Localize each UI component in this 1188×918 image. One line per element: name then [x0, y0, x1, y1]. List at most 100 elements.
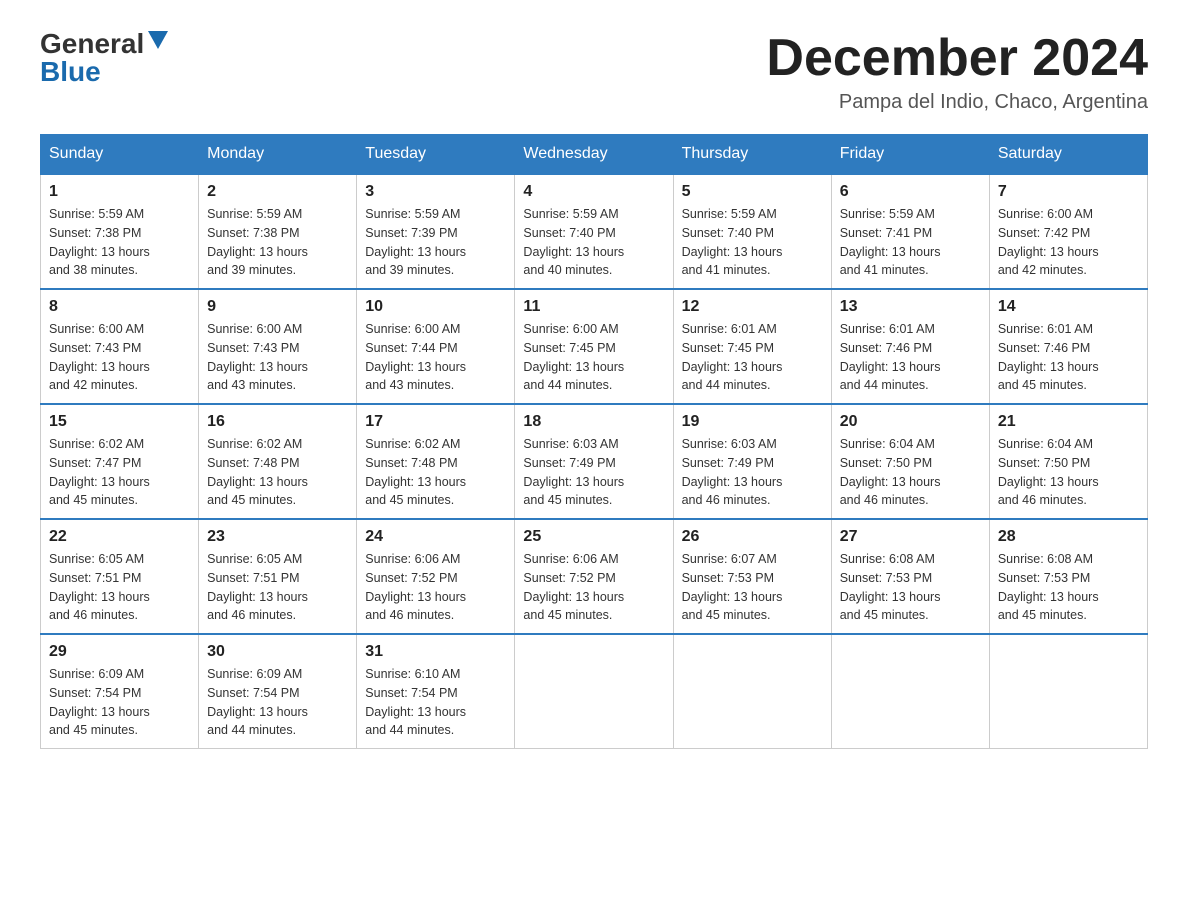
day-info: Sunrise: 6:03 AM Sunset: 7:49 PM Dayligh…: [682, 435, 823, 510]
day-info: Sunrise: 6:00 AM Sunset: 7:42 PM Dayligh…: [998, 205, 1139, 280]
day-number: 20: [840, 413, 981, 431]
calendar-week-row: 29 Sunrise: 6:09 AM Sunset: 7:54 PM Dayl…: [41, 634, 1148, 749]
day-number: 5: [682, 183, 823, 201]
calendar-cell: 7 Sunrise: 6:00 AM Sunset: 7:42 PM Dayli…: [989, 174, 1147, 289]
day-number: 27: [840, 528, 981, 546]
calendar-cell: 14 Sunrise: 6:01 AM Sunset: 7:46 PM Dayl…: [989, 289, 1147, 404]
day-number: 22: [49, 528, 190, 546]
day-info: Sunrise: 6:05 AM Sunset: 7:51 PM Dayligh…: [49, 550, 190, 625]
calendar-cell: 27 Sunrise: 6:08 AM Sunset: 7:53 PM Dayl…: [831, 519, 989, 634]
calendar-cell: 16 Sunrise: 6:02 AM Sunset: 7:48 PM Dayl…: [199, 404, 357, 519]
calendar-week-row: 1 Sunrise: 5:59 AM Sunset: 7:38 PM Dayli…: [41, 174, 1148, 289]
day-info: Sunrise: 5:59 AM Sunset: 7:38 PM Dayligh…: [207, 205, 348, 280]
calendar-cell: 20 Sunrise: 6:04 AM Sunset: 7:50 PM Dayl…: [831, 404, 989, 519]
calendar-cell: [673, 634, 831, 749]
day-number: 2: [207, 183, 348, 201]
day-number: 21: [998, 413, 1139, 431]
calendar-cell: 18 Sunrise: 6:03 AM Sunset: 7:49 PM Dayl…: [515, 404, 673, 519]
calendar-cell: 23 Sunrise: 6:05 AM Sunset: 7:51 PM Dayl…: [199, 519, 357, 634]
calendar-header-row: SundayMondayTuesdayWednesdayThursdayFrid…: [41, 135, 1148, 175]
calendar-cell: 8 Sunrise: 6:00 AM Sunset: 7:43 PM Dayli…: [41, 289, 199, 404]
calendar-cell: 5 Sunrise: 5:59 AM Sunset: 7:40 PM Dayli…: [673, 174, 831, 289]
day-info: Sunrise: 6:09 AM Sunset: 7:54 PM Dayligh…: [49, 665, 190, 740]
header-wednesday: Wednesday: [515, 135, 673, 175]
calendar-cell: 3 Sunrise: 5:59 AM Sunset: 7:39 PM Dayli…: [357, 174, 515, 289]
day-info: Sunrise: 5:59 AM Sunset: 7:40 PM Dayligh…: [682, 205, 823, 280]
day-info: Sunrise: 6:03 AM Sunset: 7:49 PM Dayligh…: [523, 435, 664, 510]
calendar-cell: 26 Sunrise: 6:07 AM Sunset: 7:53 PM Dayl…: [673, 519, 831, 634]
header-saturday: Saturday: [989, 135, 1147, 175]
calendar-cell: 4 Sunrise: 5:59 AM Sunset: 7:40 PM Dayli…: [515, 174, 673, 289]
day-info: Sunrise: 5:59 AM Sunset: 7:40 PM Dayligh…: [523, 205, 664, 280]
calendar-cell: 22 Sunrise: 6:05 AM Sunset: 7:51 PM Dayl…: [41, 519, 199, 634]
day-info: Sunrise: 6:02 AM Sunset: 7:47 PM Dayligh…: [49, 435, 190, 510]
calendar-cell: 1 Sunrise: 5:59 AM Sunset: 7:38 PM Dayli…: [41, 174, 199, 289]
day-info: Sunrise: 6:08 AM Sunset: 7:53 PM Dayligh…: [998, 550, 1139, 625]
day-info: Sunrise: 6:07 AM Sunset: 7:53 PM Dayligh…: [682, 550, 823, 625]
day-info: Sunrise: 6:02 AM Sunset: 7:48 PM Dayligh…: [365, 435, 506, 510]
calendar-cell: 29 Sunrise: 6:09 AM Sunset: 7:54 PM Dayl…: [41, 634, 199, 749]
calendar-cell: 30 Sunrise: 6:09 AM Sunset: 7:54 PM Dayl…: [199, 634, 357, 749]
calendar-cell: 13 Sunrise: 6:01 AM Sunset: 7:46 PM Dayl…: [831, 289, 989, 404]
day-info: Sunrise: 6:04 AM Sunset: 7:50 PM Dayligh…: [840, 435, 981, 510]
day-number: 30: [207, 643, 348, 661]
day-info: Sunrise: 6:01 AM Sunset: 7:46 PM Dayligh…: [840, 320, 981, 395]
calendar-cell: [831, 634, 989, 749]
day-number: 15: [49, 413, 190, 431]
day-number: 29: [49, 643, 190, 661]
day-number: 9: [207, 298, 348, 316]
logo-blue-text: Blue: [40, 58, 101, 86]
day-number: 12: [682, 298, 823, 316]
calendar-cell: 31 Sunrise: 6:10 AM Sunset: 7:54 PM Dayl…: [357, 634, 515, 749]
calendar-cell: 21 Sunrise: 6:04 AM Sunset: 7:50 PM Dayl…: [989, 404, 1147, 519]
calendar-week-row: 22 Sunrise: 6:05 AM Sunset: 7:51 PM Dayl…: [41, 519, 1148, 634]
day-info: Sunrise: 6:06 AM Sunset: 7:52 PM Dayligh…: [523, 550, 664, 625]
logo-triangle-icon: [148, 31, 168, 49]
day-number: 25: [523, 528, 664, 546]
day-info: Sunrise: 6:09 AM Sunset: 7:54 PM Dayligh…: [207, 665, 348, 740]
day-info: Sunrise: 6:10 AM Sunset: 7:54 PM Dayligh…: [365, 665, 506, 740]
day-number: 16: [207, 413, 348, 431]
calendar-week-row: 8 Sunrise: 6:00 AM Sunset: 7:43 PM Dayli…: [41, 289, 1148, 404]
header-thursday: Thursday: [673, 135, 831, 175]
day-number: 6: [840, 183, 981, 201]
calendar-cell: [515, 634, 673, 749]
day-info: Sunrise: 6:06 AM Sunset: 7:52 PM Dayligh…: [365, 550, 506, 625]
day-info: Sunrise: 6:00 AM Sunset: 7:45 PM Dayligh…: [523, 320, 664, 395]
day-info: Sunrise: 5:59 AM Sunset: 7:38 PM Dayligh…: [49, 205, 190, 280]
location-subtitle: Pampa del Indio, Chaco, Argentina: [766, 91, 1148, 114]
day-number: 1: [49, 183, 190, 201]
title-section: December 2024 Pampa del Indio, Chaco, Ar…: [766, 30, 1148, 114]
calendar-cell: 24 Sunrise: 6:06 AM Sunset: 7:52 PM Dayl…: [357, 519, 515, 634]
day-number: 31: [365, 643, 506, 661]
day-number: 23: [207, 528, 348, 546]
day-info: Sunrise: 5:59 AM Sunset: 7:39 PM Dayligh…: [365, 205, 506, 280]
calendar-cell: [989, 634, 1147, 749]
calendar-table: SundayMondayTuesdayWednesdayThursdayFrid…: [40, 134, 1148, 749]
day-info: Sunrise: 6:05 AM Sunset: 7:51 PM Dayligh…: [207, 550, 348, 625]
calendar-cell: 25 Sunrise: 6:06 AM Sunset: 7:52 PM Dayl…: [515, 519, 673, 634]
day-number: 17: [365, 413, 506, 431]
day-number: 10: [365, 298, 506, 316]
day-number: 13: [840, 298, 981, 316]
calendar-cell: 2 Sunrise: 5:59 AM Sunset: 7:38 PM Dayli…: [199, 174, 357, 289]
calendar-cell: 11 Sunrise: 6:00 AM Sunset: 7:45 PM Dayl…: [515, 289, 673, 404]
logo: General Blue: [40, 30, 168, 86]
day-info: Sunrise: 6:02 AM Sunset: 7:48 PM Dayligh…: [207, 435, 348, 510]
day-number: 18: [523, 413, 664, 431]
day-number: 19: [682, 413, 823, 431]
header-tuesday: Tuesday: [357, 135, 515, 175]
calendar-week-row: 15 Sunrise: 6:02 AM Sunset: 7:47 PM Dayl…: [41, 404, 1148, 519]
day-number: 4: [523, 183, 664, 201]
day-info: Sunrise: 5:59 AM Sunset: 7:41 PM Dayligh…: [840, 205, 981, 280]
day-number: 7: [998, 183, 1139, 201]
day-number: 26: [682, 528, 823, 546]
day-number: 24: [365, 528, 506, 546]
header-monday: Monday: [199, 135, 357, 175]
day-number: 3: [365, 183, 506, 201]
header-sunday: Sunday: [41, 135, 199, 175]
day-number: 28: [998, 528, 1139, 546]
calendar-cell: 10 Sunrise: 6:00 AM Sunset: 7:44 PM Dayl…: [357, 289, 515, 404]
calendar-cell: 9 Sunrise: 6:00 AM Sunset: 7:43 PM Dayli…: [199, 289, 357, 404]
day-info: Sunrise: 6:00 AM Sunset: 7:43 PM Dayligh…: [49, 320, 190, 395]
